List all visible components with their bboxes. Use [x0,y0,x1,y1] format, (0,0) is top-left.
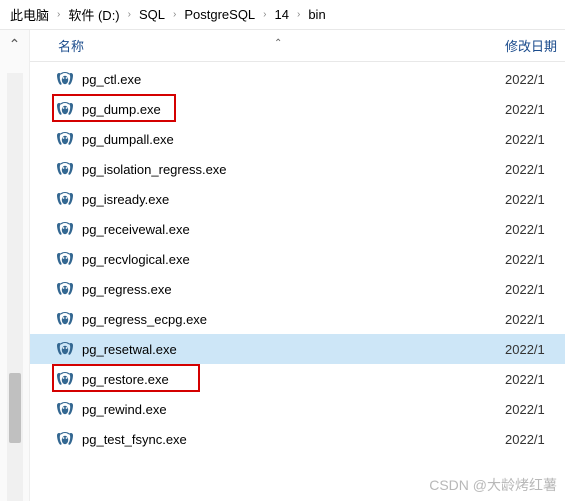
crumb-drive[interactable]: 软件 (D:) [62,5,125,24]
elephant-icon [56,341,74,357]
file-row[interactable]: pg_restore.exe2022/1 [30,364,565,394]
file-row[interactable]: pg_rewind.exe2022/1 [30,394,565,424]
elephant-icon [56,101,74,117]
elephant-icon [56,371,74,387]
file-name: pg_ctl.exe [82,72,505,87]
file-row[interactable]: pg_test_fsync.exe2022/1 [30,424,565,454]
file-date: 2022/1 [505,132,565,147]
file-row[interactable]: pg_receivewal.exe2022/1 [30,214,565,244]
file-date: 2022/1 [505,312,565,327]
file-list: pg_ctl.exe2022/1 pg_dump.exe2022/1 pg_du… [30,62,565,454]
file-date: 2022/1 [505,102,565,117]
file-date: 2022/1 [505,252,565,267]
elephant-icon [56,131,74,147]
chevron-right-icon: › [55,9,62,20]
elephant-icon [56,311,74,327]
column-headers: 名称 ⌃ 修改日期 [30,30,565,62]
column-header-date[interactable]: 修改日期 [505,36,565,55]
file-date: 2022/1 [505,222,565,237]
file-date: 2022/1 [505,402,565,417]
file-row[interactable]: pg_dumpall.exe2022/1 [30,124,565,154]
file-row[interactable]: pg_regress.exe2022/1 [30,274,565,304]
crumb-postgresql[interactable]: PostgreSQL [178,7,261,22]
elephant-icon [56,431,74,447]
crumb-this-pc[interactable]: 此电脑 [4,5,55,24]
file-name: pg_regress.exe [82,282,505,297]
elephant-icon [56,191,74,207]
file-date: 2022/1 [505,342,565,357]
main-area: ⌃ 名称 ⌃ 修改日期 pg_ctl.exe2022/1 pg_dump.exe… [0,30,565,501]
file-name: pg_regress_ecpg.exe [82,312,505,327]
elephant-icon [56,71,74,87]
scrollbar-thumb[interactable] [9,373,21,443]
file-row[interactable]: pg_isolation_regress.exe2022/1 [30,154,565,184]
file-name: pg_dump.exe [82,102,505,117]
file-row[interactable]: pg_isready.exe2022/1 [30,184,565,214]
file-name: pg_dumpall.exe [82,132,505,147]
file-name: pg_recvlogical.exe [82,252,505,267]
crumb-14[interactable]: 14 [269,7,295,22]
elephant-icon [56,281,74,297]
elephant-icon [56,401,74,417]
elephant-icon [56,221,74,237]
elephant-icon [56,161,74,177]
file-row[interactable]: pg_recvlogical.exe2022/1 [30,244,565,274]
breadcrumb: 此电脑 › 软件 (D:) › SQL › PostgreSQL › 14 › … [0,0,565,30]
file-name: pg_restore.exe [82,372,505,387]
chevron-right-icon: › [171,9,178,20]
file-date: 2022/1 [505,282,565,297]
file-name: pg_isolation_regress.exe [82,162,505,177]
file-date: 2022/1 [505,162,565,177]
crumb-bin[interactable]: bin [302,7,331,22]
nav-strip: ⌃ [0,30,30,501]
column-header-name[interactable]: 名称 [30,36,505,55]
file-date: 2022/1 [505,72,565,87]
sort-caret-icon: ⌃ [274,38,282,49]
file-name: pg_test_fsync.exe [82,432,505,447]
caret-up-icon[interactable]: ⌃ [9,36,21,53]
file-row[interactable]: pg_ctl.exe2022/1 [30,64,565,94]
file-name: pg_resetwal.exe [82,342,505,357]
file-row[interactable]: pg_resetwal.exe2022/1 [30,334,565,364]
scrollbar-track[interactable] [7,73,23,501]
file-row[interactable]: pg_dump.exe2022/1 [30,94,565,124]
file-date: 2022/1 [505,432,565,447]
file-row[interactable]: pg_regress_ecpg.exe2022/1 [30,304,565,334]
elephant-icon [56,251,74,267]
file-name: pg_receivewal.exe [82,222,505,237]
chevron-right-icon: › [261,9,268,20]
file-date: 2022/1 [505,372,565,387]
chevron-right-icon: › [126,9,133,20]
chevron-right-icon: › [295,9,302,20]
file-date: 2022/1 [505,192,565,207]
file-panel: 名称 ⌃ 修改日期 pg_ctl.exe2022/1 pg_dump.exe20… [30,30,565,501]
file-name: pg_isready.exe [82,192,505,207]
file-name: pg_rewind.exe [82,402,505,417]
crumb-sql[interactable]: SQL [133,7,171,22]
